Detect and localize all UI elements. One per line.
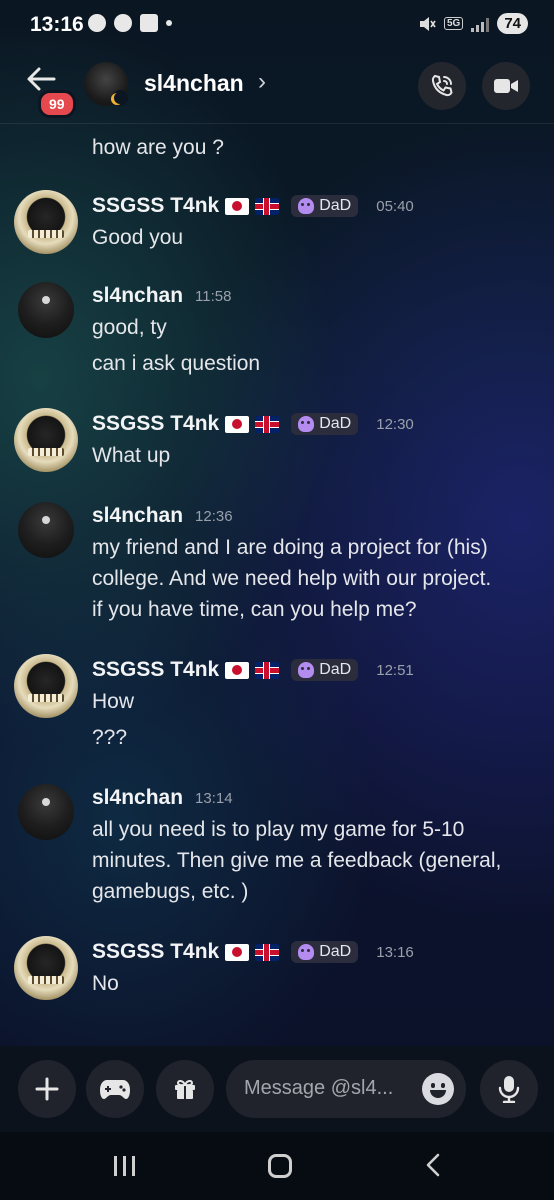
gift-button[interactable] xyxy=(156,1060,214,1118)
reddit-icon xyxy=(114,14,132,32)
home-button[interactable] xyxy=(268,1154,292,1178)
microphone-icon xyxy=(498,1076,520,1103)
message-text: good, ty xyxy=(92,316,167,339)
japan-flag-icon xyxy=(225,943,250,961)
tag-label: DaD xyxy=(319,943,352,960)
more-notifications-dot-icon xyxy=(166,20,172,26)
tag-label: DaD xyxy=(319,415,352,432)
server-tag[interactable]: DaD xyxy=(291,413,359,435)
message-input-placeholder: Message @sl4... xyxy=(244,1077,394,1099)
message-text: ??? xyxy=(92,726,128,749)
user-avatar[interactable] xyxy=(14,654,78,718)
unread-count-badge: 99 xyxy=(38,90,76,118)
skull-icon xyxy=(298,416,315,432)
plus-icon xyxy=(35,1077,59,1101)
skull-icon xyxy=(298,944,315,960)
author-name[interactable]: sl4nchan xyxy=(92,786,183,810)
message-text: my friend and I are doing a project for … xyxy=(92,536,488,559)
message-text: minutes. Then give me a feedback (genera… xyxy=(92,849,502,872)
activities-button[interactable] xyxy=(86,1060,144,1118)
server-tag[interactable]: DaD xyxy=(291,659,359,681)
server-tag[interactable]: DaD xyxy=(291,195,359,217)
user-avatar[interactable] xyxy=(14,190,78,254)
author-name[interactable]: SSGSS T4nk xyxy=(92,658,219,682)
channel-name[interactable]: sl4nchan xyxy=(144,70,244,97)
chevron-left-icon xyxy=(426,1153,440,1177)
message-text: college. And we need help with our proje… xyxy=(92,567,492,590)
status-bar: 13:16 5G 74 xyxy=(0,0,554,52)
author-name[interactable]: SSGSS T4nk xyxy=(92,940,219,964)
user-avatar[interactable] xyxy=(14,408,78,472)
message-input[interactable]: Message @sl4... xyxy=(226,1060,466,1118)
author-name[interactable]: sl4nchan xyxy=(92,504,183,528)
tag-label: DaD xyxy=(319,197,352,214)
gift-icon xyxy=(175,1079,195,1099)
message-composer: Message @sl4... xyxy=(0,1046,554,1132)
timestamp: 11:58 xyxy=(195,287,232,305)
notification-icons xyxy=(88,14,172,32)
user-avatar[interactable] xyxy=(18,784,74,840)
message-text: if you have time, can you help me? xyxy=(92,598,417,621)
message-text: how are you ? xyxy=(92,136,224,159)
message-text: all you need is to play my game for 5-10 xyxy=(92,818,465,841)
status-time: 13:16 xyxy=(30,13,84,36)
uk-flag-icon xyxy=(255,197,280,215)
add-attachment-button[interactable] xyxy=(18,1060,76,1118)
timestamp: 05:40 xyxy=(376,197,414,215)
message-text: What up xyxy=(92,444,171,467)
user-avatar[interactable] xyxy=(14,936,78,1000)
message-text: gamebugs, etc. ) xyxy=(92,880,249,903)
tag-label: DaD xyxy=(319,661,352,678)
idle-status-icon xyxy=(112,90,128,106)
timestamp: 12:36 xyxy=(195,507,233,525)
system-status: 5G 74 xyxy=(418,13,528,34)
capcut-icon xyxy=(140,14,158,32)
message-text: How xyxy=(92,690,135,713)
timestamp: 13:16 xyxy=(376,943,414,961)
chevron-right-icon[interactable]: › xyxy=(258,68,266,96)
timestamp: 12:30 xyxy=(376,415,414,433)
gamepad-icon xyxy=(100,1080,130,1099)
japan-flag-icon xyxy=(225,197,250,215)
timestamp: 12:51 xyxy=(376,661,414,679)
signal-strength-icon xyxy=(471,16,490,32)
skull-icon xyxy=(298,662,315,678)
video-call-button[interactable] xyxy=(482,62,530,110)
voice-message-button[interactable] xyxy=(480,1060,538,1118)
author-name[interactable]: SSGSS T4nk xyxy=(92,412,219,436)
author-name[interactable]: sl4nchan xyxy=(92,284,183,308)
recent-apps-button[interactable] xyxy=(114,1156,138,1176)
user-avatar[interactable] xyxy=(18,502,74,558)
video-camera-icon xyxy=(494,79,518,93)
uk-flag-icon xyxy=(255,415,280,433)
timestamp: 13:14 xyxy=(195,789,233,807)
emoji-icon[interactable] xyxy=(422,1073,454,1105)
japan-flag-icon xyxy=(225,661,250,679)
system-back-button[interactable] xyxy=(424,1152,442,1185)
message-text: No xyxy=(92,972,119,995)
user-avatar[interactable] xyxy=(18,282,74,338)
uk-flag-icon xyxy=(255,661,280,679)
voice-call-button[interactable] xyxy=(418,62,466,110)
battery-indicator: 74 xyxy=(497,13,528,34)
mute-icon xyxy=(419,16,436,31)
server-tag[interactable]: DaD xyxy=(291,941,359,963)
message-text: Good you xyxy=(92,226,184,249)
network-type-badge: 5G xyxy=(443,17,464,30)
facebook-icon xyxy=(88,14,106,32)
uk-flag-icon xyxy=(255,943,280,961)
skull-icon xyxy=(298,198,315,214)
system-navigation-bar xyxy=(0,1132,554,1200)
author-name[interactable]: SSGSS T4nk xyxy=(92,194,219,218)
message-text: can i ask question xyxy=(92,352,261,375)
japan-flag-icon xyxy=(225,415,250,433)
phone-call-icon xyxy=(431,74,453,97)
chat-header: 99 sl4nchan › xyxy=(0,52,554,124)
